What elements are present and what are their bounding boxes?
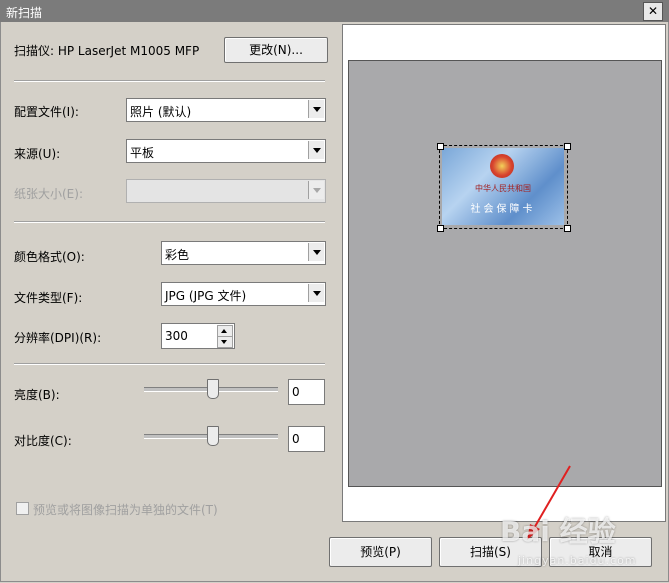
baidu-watermark: Bai 经验 jingyan.baidu.com — [500, 510, 669, 575]
watermark-brand: Bai 经验 — [500, 515, 616, 548]
annotation-arrow-icon — [527, 465, 571, 540]
watermark-site: jingyan.baidu.com — [518, 554, 637, 567]
